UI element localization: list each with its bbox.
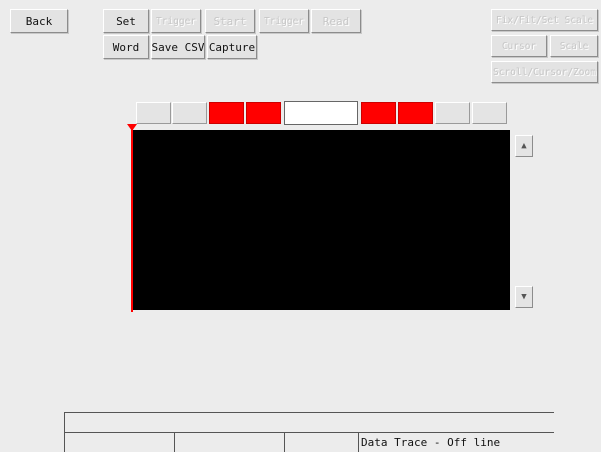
set-button[interactable]: Set xyxy=(103,9,149,33)
status-cell-3 xyxy=(284,433,358,452)
nav-segment-9[interactable] xyxy=(472,102,507,124)
data-trace-screen: Back Set Trigger Start Trigger Read Word… xyxy=(0,0,601,452)
trace-cursor-line[interactable] xyxy=(131,128,133,312)
nav-segment-current[interactable] xyxy=(284,101,358,125)
nav-segment-1[interactable] xyxy=(136,102,171,124)
triangle-down-icon: ▼ xyxy=(521,292,527,302)
capture-button[interactable]: Capture xyxy=(207,35,257,59)
nav-segment-4-active[interactable] xyxy=(246,102,281,124)
nav-segment-3-active[interactable] xyxy=(209,102,244,124)
status-divider-top xyxy=(64,412,554,413)
nav-segment-2[interactable] xyxy=(172,102,207,124)
scroll-down-button[interactable]: ▼ xyxy=(515,286,533,308)
scroll-cursor-zoom-button[interactable]: Scroll/Cursor/Zoom xyxy=(491,61,598,83)
trace-status-text: Data Trace - Off line xyxy=(358,433,554,452)
start-button[interactable]: Start xyxy=(205,9,255,33)
nav-segment-6-active[interactable] xyxy=(361,102,396,124)
scroll-up-button[interactable]: ▲ xyxy=(515,135,533,157)
cursor-button[interactable]: Cursor xyxy=(491,35,547,57)
fix-fit-set-scale-button[interactable]: Fix/Fit/Set Scale xyxy=(491,9,598,31)
back-button[interactable]: Back xyxy=(10,9,68,33)
trigger-button[interactable]: Trigger xyxy=(151,9,201,33)
scale-button[interactable]: Scale xyxy=(550,35,598,57)
save-csv-button[interactable]: Save CSV xyxy=(151,35,205,59)
nav-segment-8[interactable] xyxy=(435,102,470,124)
triangle-up-icon: ▲ xyxy=(521,141,527,151)
status-cell-1 xyxy=(64,433,174,452)
status-cell-2 xyxy=(174,433,284,452)
nav-segment-7-active[interactable] xyxy=(398,102,433,124)
word-button[interactable]: Word xyxy=(103,35,149,59)
cursor-marker-icon[interactable] xyxy=(127,124,137,131)
trace-plot-area[interactable] xyxy=(131,130,510,310)
trigger-secondary-button[interactable]: Trigger xyxy=(259,9,309,33)
read-button[interactable]: Read xyxy=(311,9,361,33)
